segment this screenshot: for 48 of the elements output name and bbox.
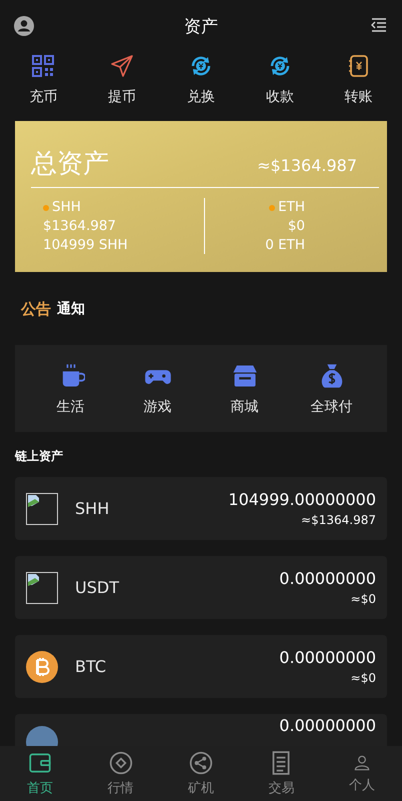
notice-title: 通知 [57,300,85,318]
coin-name: SHH [52,198,81,217]
asset-amount: 0.00000000 [279,648,376,667]
total-value: ≈$1364.987 [257,156,357,176]
service-button[interactable]: 商城 [210,362,280,416]
share-nodes-icon [188,750,214,776]
service-button[interactable]: 全球付 [296,362,366,416]
coin-amount: 0 ETH [264,236,305,255]
service-button[interactable]: 生活 [36,362,106,416]
service-button[interactable]: 游戏 [122,362,192,416]
action-button[interactable]: 充币 [8,54,78,106]
asset-card[interactable]: 0.00000000 [15,714,387,746]
avatar-icon[interactable] [14,16,34,36]
notice-label: 公告 [21,300,51,318]
asset-usd-value: ≈$0 [350,671,376,685]
asset-name: USDT [75,578,119,597]
action-button[interactable]: 收款 [244,54,315,106]
broken-image-icon [26,572,58,604]
nav-tab[interactable]: 首页 [10,750,70,797]
asset-card[interactable]: BTC 0.00000000 ≈$0 [15,635,387,698]
coin-usd: $1364.987 [43,217,118,236]
asset-name: SHH [75,499,110,518]
page-title: 资产 [184,16,218,38]
coin-amount: 104999 SHH [43,236,129,255]
paper-plane-icon [110,54,134,78]
qr-code-icon [31,54,56,78]
ledger-icon [346,54,371,78]
action-button[interactable]: 转账 [324,54,394,106]
asset-usd-value: ≈$1364.987 [300,513,376,527]
asset-card[interactable]: SHH 104999.00000000 ≈$1364.987 [15,477,387,540]
asset-amount: 0.00000000 [279,569,376,588]
broken-image-icon [26,492,58,524]
coin-usd: $0 [286,217,305,236]
nav-tab[interactable]: 行情 [90,750,151,797]
coin-name: ETH [278,198,305,217]
nav-tab[interactable]: 个人 [332,753,392,794]
total-title: 总资产 [31,148,109,180]
action-button[interactable]: 提币 [87,54,158,106]
nav-tab[interactable]: 矿机 [170,750,231,797]
asset-usd-value: ≈$0 [350,592,376,606]
bitcoin-icon [26,650,58,682]
section-title: 链上资产 [14,448,64,465]
asset-amount: 104999.00000000 [228,490,376,509]
asset-amount: 0.00000000 [279,716,376,735]
nav-tab[interactable]: 交易 [251,750,312,797]
asset-name: BTC [75,657,106,676]
asset-card[interactable]: USDT 0.00000000 ≈$0 [15,556,387,619]
action-button[interactable]: 兑换 [166,54,236,106]
